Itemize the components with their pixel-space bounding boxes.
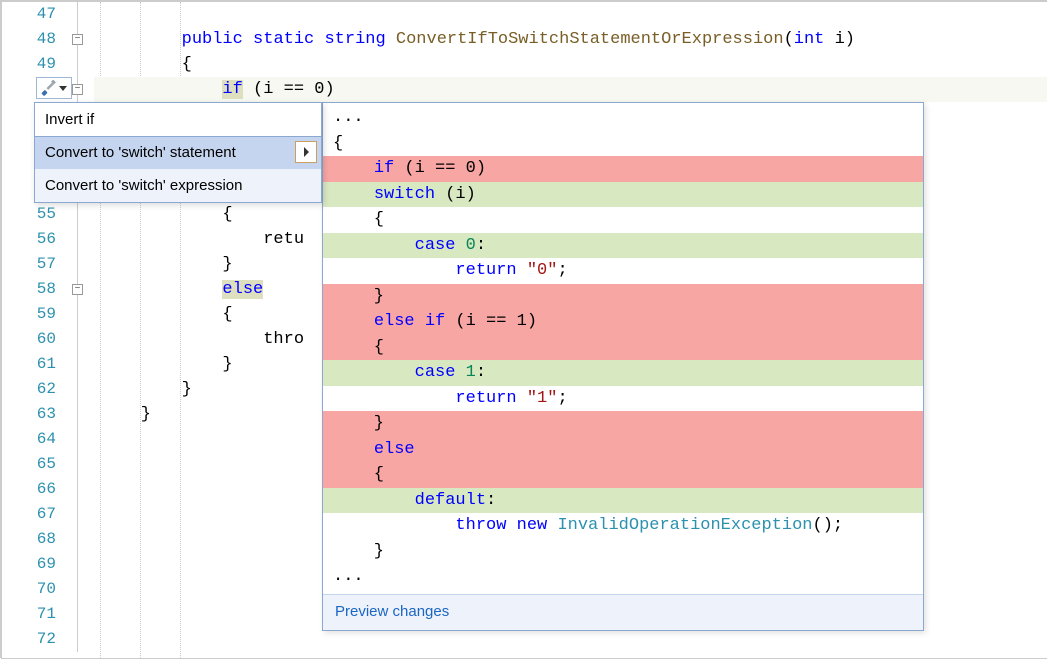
diff-line: throw new InvalidOperationException(); <box>323 513 923 539</box>
line-number: 68 <box>2 527 68 552</box>
preview-changes-label: Preview changes <box>335 603 449 620</box>
diff-line: { <box>323 207 923 233</box>
line-number: 49 <box>2 52 68 77</box>
diff-line-added: default: <box>323 488 923 514</box>
menu-item-label: Invert if <box>45 111 94 128</box>
line-number: 63 <box>2 402 68 427</box>
line-number: 58 <box>2 277 68 302</box>
line-number: 69 <box>2 552 68 577</box>
diff-line: { <box>323 131 923 157</box>
diff-line: ... <box>323 564 923 590</box>
menu-item-convert-switch-statement[interactable]: Convert to 'switch' statement <box>35 136 321 169</box>
diff-line-removed: if (i == 0) <box>323 156 923 182</box>
code-line-current: if (i == 0) <box>94 77 1047 102</box>
line-number: 62 <box>2 377 68 402</box>
diff-line-removed: else <box>323 437 923 463</box>
fold-toggle-icon[interactable]: − <box>72 34 83 45</box>
line-number-gutter: 4748495051525354555657585960616263646566… <box>2 2 68 658</box>
line-number: 60 <box>2 327 68 352</box>
preview-changes-link[interactable]: Preview changes <box>323 594 923 630</box>
code-preview-panel: ... { if (i == 0) switch (i) { case 0: r… <box>322 102 924 631</box>
quick-actions-button[interactable] <box>36 77 72 99</box>
line-number: 55 <box>2 202 68 227</box>
diff-line-added: case 0: <box>323 233 923 259</box>
menu-item-label: Convert to 'switch' statement <box>45 144 236 161</box>
line-number: 71 <box>2 602 68 627</box>
diff-line-added: switch (i) <box>323 182 923 208</box>
line-number: 64 <box>2 427 68 452</box>
chevron-down-icon <box>59 86 67 91</box>
diff-line: return "1"; <box>323 386 923 412</box>
diff-line-removed: { <box>323 335 923 361</box>
line-number: 67 <box>2 502 68 527</box>
line-number: 72 <box>2 627 68 652</box>
line-number: 65 <box>2 452 68 477</box>
menu-item-convert-switch-expression[interactable]: Convert to 'switch' expression <box>35 169 321 202</box>
line-number: 66 <box>2 477 68 502</box>
diff-line-added: case 1: <box>323 360 923 386</box>
code-line <box>94 627 1047 652</box>
submenu-arrow-icon[interactable] <box>295 141 317 163</box>
diff-line: } <box>323 539 923 565</box>
fold-toggle-icon[interactable]: − <box>72 284 83 295</box>
fold-toggle-icon[interactable]: − <box>72 84 83 95</box>
line-number: 70 <box>2 577 68 602</box>
line-number: 61 <box>2 352 68 377</box>
menu-item-invert-if[interactable]: Invert if <box>34 102 322 137</box>
code-line: public static string ConvertIfToSwitchSt… <box>94 27 1047 52</box>
diff-line-removed: else if (i == 1) <box>323 309 923 335</box>
screwdriver-icon <box>41 80 57 96</box>
line-number: 57 <box>2 252 68 277</box>
code-editor: 4748495051525354555657585960616263646566… <box>2 2 1047 658</box>
code-fold-column: − − − <box>68 2 94 658</box>
diff-line: return "0"; <box>323 258 923 284</box>
line-number: 48 <box>2 27 68 52</box>
diff-line: ... <box>323 105 923 131</box>
diff-line-removed: } <box>323 284 923 310</box>
line-number: 56 <box>2 227 68 252</box>
preview-diff-body: ... { if (i == 0) switch (i) { case 0: r… <box>323 103 923 594</box>
quick-actions-menu: Invert if Convert to 'switch' statement … <box>34 102 322 203</box>
code-line <box>94 2 1047 27</box>
code-line: { <box>94 52 1047 77</box>
diff-line-removed: { <box>323 462 923 488</box>
diff-line-removed: } <box>323 411 923 437</box>
menu-item-label: Convert to 'switch' expression <box>45 177 242 194</box>
line-number: 47 <box>2 2 68 27</box>
line-number: 59 <box>2 302 68 327</box>
